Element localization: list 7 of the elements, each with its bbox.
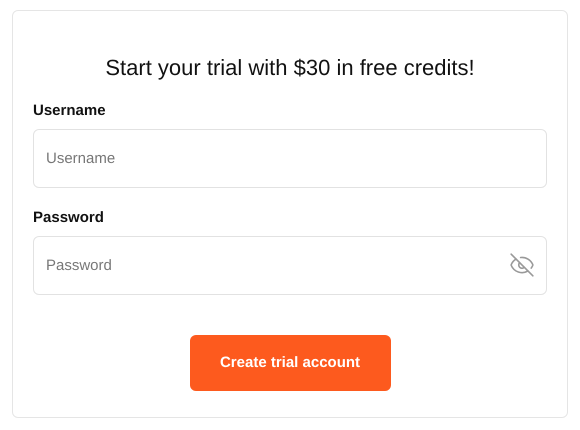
- input-field[interactable]: Username: [33, 129, 547, 188]
- input-field[interactable]: Password: [33, 236, 547, 295]
- hide-password-icon[interactable]: [509, 252, 535, 278]
- create-account-button[interactable]: Create trial account: [190, 335, 390, 391]
- field-label: Username: [33, 101, 106, 121]
- form-title: Start your trial with $30 in free credits!: [104, 54, 476, 82]
- field-label: Password: [33, 208, 104, 228]
